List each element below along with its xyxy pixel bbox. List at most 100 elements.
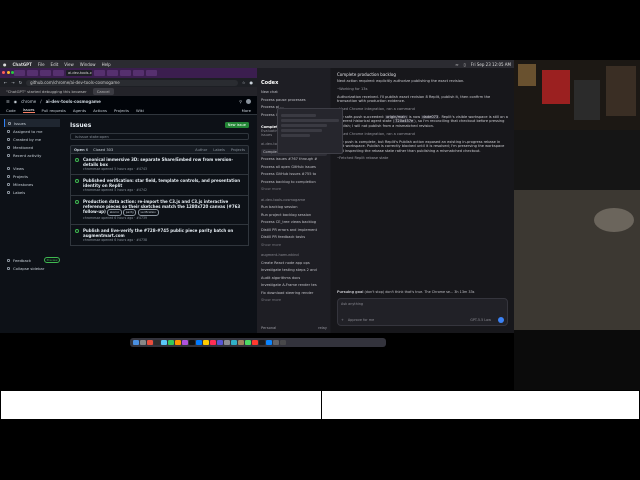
- sidebar-item-milestones[interactable]: Milestones: [4, 180, 60, 188]
- wifi-icon[interactable]: ≈: [455, 62, 458, 67]
- browser-tab[interactable]: [107, 70, 118, 76]
- show-more-link[interactable]: Show more: [261, 242, 327, 250]
- sidebar-item-views[interactable]: Views: [4, 164, 60, 172]
- folder-icon[interactable]: [203, 339, 209, 346]
- add-icon[interactable]: +: [341, 318, 344, 322]
- account-button[interactable]: Personal: [261, 326, 276, 330]
- project-heading[interactable]: ai-dev-tools-cosmogame: [261, 197, 327, 205]
- issue-title[interactable]: Publish and live-verify the #728-#745 pu…: [83, 228, 245, 238]
- projects-filter[interactable]: Projects: [231, 148, 245, 152]
- thread-item[interactable]: Process CE_tree views backlog: [261, 219, 327, 227]
- back-icon[interactable]: ←: [4, 80, 7, 85]
- show-more-link[interactable]: Show more: [261, 297, 327, 305]
- browser-tab[interactable]: [133, 70, 144, 76]
- tool-call[interactable]: Fetched Replit rebase state: [337, 156, 508, 160]
- browser-tab-active[interactable]: ai-dev-tools-cosmogame: [66, 70, 92, 76]
- messages-icon[interactable]: [168, 339, 174, 346]
- search-icon[interactable]: ⚲: [239, 99, 242, 104]
- close-window-icon[interactable]: [2, 71, 5, 74]
- thread-item[interactable]: Process all open GitHub issues: [261, 164, 327, 172]
- settings-icon[interactable]: [224, 339, 230, 346]
- url-field[interactable]: github.com/chrome/ai-dev-tools-cosmogame: [26, 79, 238, 86]
- browser-tab[interactable]: [14, 70, 25, 76]
- star-icon[interactable]: ☆: [242, 80, 246, 85]
- finder-icon[interactable]: [133, 339, 139, 346]
- terminal-icon[interactable]: [154, 339, 160, 346]
- tab-agents[interactable]: Agents: [73, 108, 86, 113]
- thread-item[interactable]: Process backlog to completion: [261, 179, 327, 187]
- working-status[interactable]: Working for 13s: [337, 87, 508, 91]
- issue-row[interactable]: Production data action: re-import the C3…: [70, 196, 249, 225]
- issue-row[interactable]: Publish and live-verify the #728-#745 pu…: [70, 224, 249, 246]
- browser-tab[interactable]: [94, 70, 105, 76]
- notes-icon[interactable]: [175, 339, 181, 346]
- show-more-link[interactable]: Show more: [261, 186, 327, 194]
- author-filter[interactable]: Author: [195, 148, 207, 152]
- safari-icon[interactable]: [161, 339, 167, 346]
- tab-pull-requests[interactable]: Pull requests: [42, 108, 66, 113]
- reload-icon[interactable]: ↻: [19, 80, 22, 85]
- maps-icon[interactable]: [231, 339, 237, 346]
- repo-name[interactable]: ai-dev-tools-cosmogame: [46, 99, 101, 104]
- menu-file[interactable]: File: [38, 62, 45, 67]
- thread-item[interactable]: Process GitHub issues #755 to: [261, 171, 327, 179]
- thread-item[interactable]: Distill PR errors and implement: [261, 227, 327, 235]
- apple-icon[interactable]: ●: [3, 62, 7, 67]
- tool-call[interactable]: Used Chrome integration, ran a command: [337, 107, 508, 111]
- approve-toggle[interactable]: Approve for me: [348, 318, 374, 322]
- trash-icon[interactable]: [280, 339, 286, 346]
- sidebar-item-issues[interactable]: Issues: [4, 119, 60, 127]
- forward-icon[interactable]: →: [11, 80, 14, 85]
- thread-item[interactable]: Fix download steering render: [261, 290, 327, 298]
- menu-edit[interactable]: Edit: [51, 62, 59, 67]
- thread-item[interactable]: Run backlog session: [261, 204, 327, 212]
- tab-issues[interactable]: Issues: [22, 107, 35, 113]
- chatgpt-icon[interactable]: [189, 339, 195, 346]
- sidebar-item-mentioned[interactable]: Mentioned: [4, 143, 60, 151]
- send-icon[interactable]: [498, 317, 504, 323]
- browser-tab[interactable]: [146, 70, 157, 76]
- browser-tab[interactable]: [120, 70, 131, 76]
- relay-indicator[interactable]: relay: [318, 326, 327, 330]
- new-chat-button[interactable]: New chat: [261, 89, 327, 97]
- hamburger-icon[interactable]: ☰: [6, 99, 10, 104]
- avatar[interactable]: [246, 98, 251, 104]
- calendar-icon[interactable]: [252, 339, 258, 346]
- issue-title[interactable]: Canonical immersive 3D: separate Share/E…: [83, 157, 245, 167]
- thread-item[interactable]: Run project backlog session: [261, 212, 327, 220]
- issue-filter-input[interactable]: is:issue state:open: [70, 133, 249, 140]
- sidebar-item-feedback[interactable]: Feedback Preview: [4, 256, 60, 264]
- sidebar-item-created[interactable]: Created by me: [4, 135, 60, 143]
- label-badge[interactable]: verification: [137, 209, 159, 217]
- cancel-debug-button[interactable]: Cancel: [92, 88, 114, 95]
- collapse-sidebar-button[interactable]: Collapse sidebar: [4, 264, 60, 272]
- thread-item[interactable]: Audit algorithms docs: [261, 275, 327, 283]
- codex-icon[interactable]: [259, 339, 265, 346]
- tab-code[interactable]: Code: [6, 108, 16, 113]
- issue-title[interactable]: Production data action: re-import the C3…: [83, 199, 245, 217]
- thread-item[interactable]: Create React node app ops: [261, 260, 327, 268]
- thread-item[interactable]: Investigate testing steps 2 and: [261, 267, 327, 275]
- chat-input[interactable]: Ask anything: [341, 302, 504, 306]
- sidebar-item-assigned[interactable]: Assigned to me: [4, 127, 60, 135]
- menu-app-name[interactable]: ChatGPT: [13, 62, 32, 67]
- sidebar-item-projects[interactable]: Projects: [4, 172, 60, 180]
- closed-issues-tab[interactable]: Closed 303: [93, 148, 113, 152]
- discord-icon[interactable]: [217, 339, 223, 346]
- project-heading[interactable]: augment-homunkind: [261, 252, 327, 260]
- profile-icon[interactable]: ●: [250, 80, 254, 85]
- thread-item[interactable]: Distill PR feedback tasks: [261, 234, 327, 242]
- thread-item[interactable]: Investigate A-Frame render tes: [261, 282, 327, 290]
- thread-item[interactable]: Process issues #767 through #: [261, 156, 327, 164]
- tool-call[interactable]: Used Chrome integration, ran a command: [337, 132, 508, 136]
- tab-more[interactable]: More: [242, 108, 251, 113]
- browser-tab[interactable]: [53, 70, 64, 76]
- app-store-icon[interactable]: [266, 339, 272, 346]
- battery-icon[interactable]: ▯: [464, 62, 466, 67]
- chrome-icon[interactable]: [147, 339, 153, 346]
- open-issues-tab[interactable]: Open 6: [74, 148, 88, 152]
- tab-wiki[interactable]: Wiki: [136, 108, 144, 113]
- issue-title[interactable]: Published verification: star field, temp…: [83, 178, 245, 188]
- vscode-icon[interactable]: [196, 339, 202, 346]
- zoom-window-icon[interactable]: [11, 71, 14, 74]
